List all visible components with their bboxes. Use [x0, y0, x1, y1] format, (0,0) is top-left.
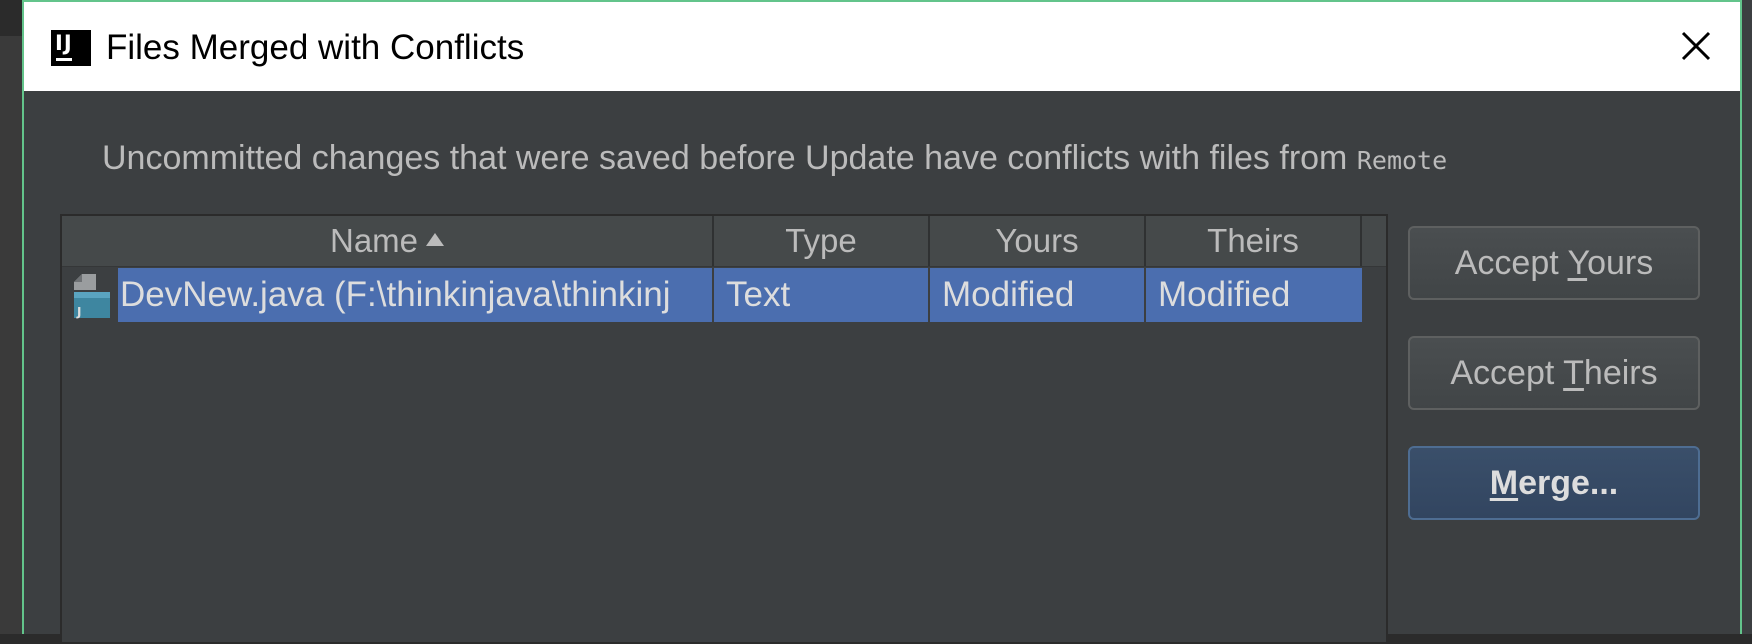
row-theirs-cell: Modified	[1146, 268, 1362, 322]
merge-label: Merge...	[1490, 464, 1619, 502]
conflict-branch-name: Remote	[1356, 146, 1448, 175]
column-header-type[interactable]: Type	[714, 216, 930, 266]
accept-theirs-label-start: Accept	[1450, 354, 1564, 392]
intellij-icon: IJ	[51, 30, 91, 66]
accept-theirs-mnemonic: T	[1563, 354, 1584, 392]
accept-yours-mnemonic: Y	[1567, 244, 1588, 282]
accept-theirs-button[interactable]: Accept Theirs	[1408, 336, 1700, 410]
column-header-yours[interactable]: Yours	[930, 216, 1146, 266]
column-header-name[interactable]: Name	[62, 216, 714, 266]
conflict-message: Uncommitted changes that were saved befo…	[102, 136, 1447, 183]
merge-mnemonic: M	[1489, 464, 1519, 502]
merge-button[interactable]: Merge...	[1408, 446, 1700, 520]
accept-yours-label-end: ours	[1587, 244, 1654, 282]
svg-text:J: J	[76, 305, 81, 319]
close-button[interactable]	[1668, 20, 1724, 72]
close-icon	[1681, 31, 1711, 61]
conflicts-table: Name Type Yours Theirs J DevNew.java (F:…	[60, 214, 1388, 644]
row-name-cell: DevNew.java (F:\thinkinjava\thinkinj	[118, 268, 712, 322]
background-window-edge-right	[1742, 0, 1752, 634]
conflict-message-text: Uncommitted changes that were saved befo…	[102, 139, 1357, 177]
java-file-icon: J	[74, 274, 110, 319]
background-window-titlebar	[0, 0, 22, 36]
column-header-theirs[interactable]: Theirs	[1146, 216, 1362, 266]
accept-theirs-label-end: heirs	[1583, 354, 1658, 392]
column-header-name-label: Name	[329, 222, 419, 259]
files-merged-dialog: IJ Files Merged with Conflicts Uncommitt…	[22, 0, 1742, 644]
dialog-title: Files Merged with Conflicts	[106, 28, 525, 67]
accept-yours-label-start: Accept	[1454, 244, 1568, 282]
app-icon-bar	[56, 58, 72, 61]
merge-label-end: erge...	[1518, 464, 1619, 502]
column-header-theirs-label: Theirs	[1207, 222, 1299, 259]
row-type-cell: Text	[714, 268, 928, 322]
column-header-type-label: Type	[785, 222, 857, 259]
app-icon-text: IJ	[55, 31, 73, 55]
column-header-yours-label: Yours	[995, 222, 1079, 259]
accept-theirs-label: Accept Theirs	[1450, 354, 1657, 392]
table-header: Name Type Yours Theirs	[62, 216, 1386, 267]
dialog-titlebar: IJ Files Merged with Conflicts	[24, 2, 1740, 91]
accept-yours-label: Accept Yours	[1455, 244, 1653, 282]
table-row[interactable]: J DevNew.java (F:\thinkinjava\thinkinj T…	[62, 268, 1362, 322]
row-yours-cell: Modified	[930, 268, 1144, 322]
accept-yours-button[interactable]: Accept Yours	[1408, 226, 1700, 300]
sort-ascending-icon	[426, 233, 445, 246]
background-window-edge	[0, 0, 22, 634]
